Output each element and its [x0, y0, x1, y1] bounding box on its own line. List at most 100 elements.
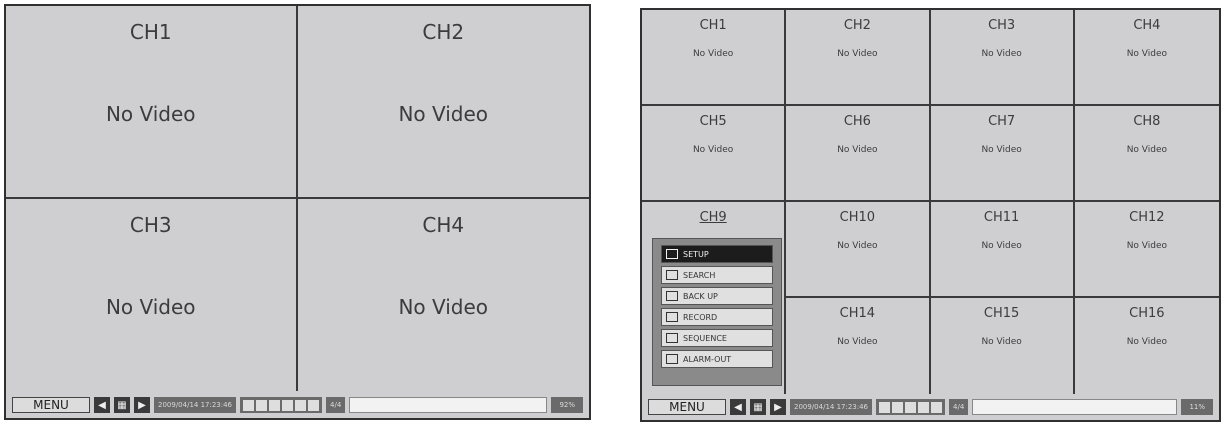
menu-item-label: BACK UP	[683, 291, 718, 301]
menu-item-label: ALARM-OUT	[683, 354, 732, 364]
split-layout-icon[interactable]: ▦	[114, 397, 130, 413]
hdd-usage-percent: 92%	[551, 397, 583, 413]
channel-grid-4: CH1 No Video CH2 No Video CH3 No Video CH4 N…	[6, 6, 589, 391]
menu-item-sequence[interactable]: SEQUENCE	[661, 329, 773, 347]
channel-status: No Video	[981, 49, 1022, 59]
next-arrow-icon[interactable]: ▶	[134, 397, 150, 413]
channel-count: 4/4	[949, 399, 969, 415]
main-menu-popup: SETUP SEARCH BACK UP RECORD SEQUENCE ALA…	[652, 238, 782, 386]
status-indicator-icon	[269, 399, 281, 411]
channel-cell-4[interactable]: CH4 No Video	[1074, 10, 1219, 106]
menu-item-alarm-out[interactable]: ALARM-OUT	[661, 350, 773, 368]
status-indicator-icon	[295, 399, 307, 411]
channel-label: CH2	[843, 18, 871, 33]
channel-cell-1[interactable]: CH1 No Video	[6, 6, 298, 199]
channel-status: No Video	[692, 145, 734, 155]
menu-button[interactable]: MENU	[12, 397, 90, 413]
channel-label: CH4	[1133, 18, 1161, 33]
channel-label: CH7	[988, 114, 1016, 129]
channel-label: CH9	[699, 210, 727, 225]
record-icon	[666, 312, 678, 322]
channel-label: CH1	[129, 20, 172, 44]
channel-status: No Video	[837, 49, 878, 59]
menu-item-backup[interactable]: BACK UP	[661, 287, 773, 305]
setup-icon	[666, 249, 678, 259]
channel-label: CH6	[843, 114, 871, 129]
channel-cell-2[interactable]: CH2 No Video	[786, 10, 931, 106]
channel-status: No Video	[1126, 241, 1168, 251]
alarm-out-icon	[666, 354, 678, 364]
menu-item-record[interactable]: RECORD	[661, 308, 773, 326]
hdd-usage-percent: 11%	[1181, 399, 1213, 415]
channel-cell-8[interactable]: CH8 No Video	[1074, 106, 1219, 202]
status-indicator-icon	[905, 401, 917, 413]
menu-item-label: SEQUENCE	[683, 333, 727, 343]
channel-status: No Video	[981, 145, 1022, 155]
channel-status: No Video	[981, 337, 1022, 347]
channel-label: CH10	[839, 210, 876, 225]
status-indicator-icon	[282, 399, 294, 411]
channel-status: No Video	[105, 102, 196, 126]
hdd-usage-bar	[972, 399, 1178, 415]
channel-label: CH12	[1129, 210, 1165, 225]
channel-cell-3[interactable]: CH3 No Video	[6, 198, 298, 391]
status-indicator-icon	[931, 401, 943, 413]
menu-item-search[interactable]: SEARCH	[661, 266, 773, 284]
datetime-display: 2009/04/14 17:23:46	[790, 399, 873, 415]
status-bar: MENU ◀ ▦ ▶ 2009/04/14 17:23:46 4/4 92%	[6, 392, 589, 418]
channel-count: 4/4	[326, 397, 346, 413]
channel-cell-3[interactable]: CH3 No Video	[930, 10, 1075, 106]
status-bar: MENU ◀ ▦ ▶ 2009/04/14 17:23:46 4/4 11%	[642, 394, 1219, 420]
channel-cell-11[interactable]: CH11 No Video	[930, 202, 1075, 298]
channel-label: CH8	[1133, 114, 1161, 129]
channel-cell-4[interactable]: CH4 No Video	[298, 199, 590, 392]
channel-status: No Video	[692, 49, 734, 59]
channel-cell-7[interactable]: CH7 No Video	[930, 106, 1075, 202]
channel-label: CH5	[699, 114, 727, 129]
status-indicator-icon	[879, 401, 891, 413]
prev-arrow-icon[interactable]: ◀	[94, 397, 110, 413]
status-icons	[876, 399, 946, 415]
channel-status: No Video	[837, 337, 878, 347]
menu-item-label: SEARCH	[683, 270, 716, 280]
hdd-usage-bar	[349, 397, 548, 413]
channel-status: No Video	[981, 241, 1022, 251]
channel-cell-14[interactable]: CH14 No Video	[786, 298, 931, 394]
channel-status: No Video	[1126, 49, 1168, 59]
channel-cell-1[interactable]: CH1 No Video	[642, 10, 787, 106]
channel-status: No Video	[837, 145, 878, 155]
dvr-screen-16-split: CH1 No Video CH2 No Video CH3 No Video CH4 N…	[640, 8, 1221, 422]
channel-status: No Video	[1126, 337, 1168, 347]
channel-cell-5[interactable]: CH5 No Video	[642, 106, 787, 202]
status-indicator-icon	[892, 401, 904, 413]
channel-label: CH15	[983, 306, 1020, 321]
menu-button[interactable]: MENU	[648, 399, 726, 415]
backup-icon	[666, 291, 678, 301]
datetime-display: 2009/04/14 17:23:46	[154, 397, 237, 413]
channel-status: No Video	[105, 294, 196, 319]
channel-label: CH2	[422, 20, 465, 44]
channel-cell-15[interactable]: CH15 No Video	[931, 298, 1075, 394]
menu-item-setup[interactable]: SETUP	[661, 245, 773, 263]
status-indicator-icon	[256, 399, 268, 411]
channel-cell-6[interactable]: CH6 No Video	[786, 106, 931, 202]
channel-label: CH16	[1129, 306, 1165, 321]
split-layout-icon[interactable]: ▦	[750, 399, 766, 415]
channel-label: CH3	[988, 18, 1016, 33]
channel-status: No Video	[398, 294, 489, 319]
channel-status: No Video	[398, 102, 489, 126]
menu-item-label: RECORD	[683, 312, 718, 322]
channel-label: CH11	[983, 210, 1020, 225]
channel-cell-16[interactable]: CH16 No Video	[1075, 298, 1219, 394]
prev-arrow-icon[interactable]: ◀	[730, 399, 746, 415]
next-arrow-icon[interactable]: ▶	[770, 399, 786, 415]
channel-cell-12[interactable]: CH12 No Video	[1074, 202, 1219, 298]
status-indicator-icon	[918, 401, 930, 413]
channel-status: No Video	[1126, 145, 1168, 155]
search-icon	[666, 270, 678, 280]
channel-label: CH4	[422, 212, 465, 237]
channel-label: CH14	[839, 306, 876, 321]
channel-cell-2[interactable]: CH2 No Video	[297, 6, 589, 199]
channel-cell-10[interactable]: CH10 No Video	[786, 202, 931, 298]
menu-item-label: SETUP	[683, 249, 709, 259]
